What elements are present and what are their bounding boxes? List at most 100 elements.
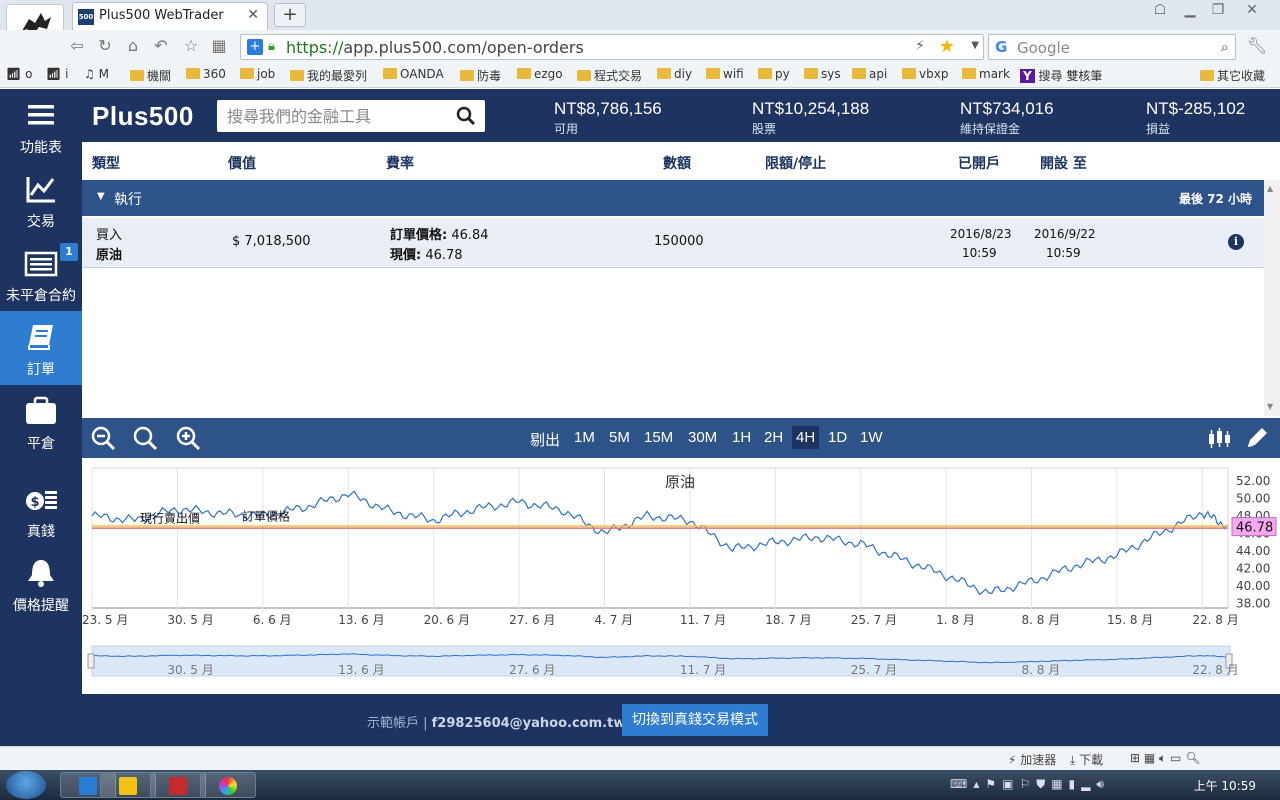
column-header-opened[interactable]: 已開戶 (958, 153, 1000, 173)
current-price-value: 46.78 (425, 248, 463, 263)
bookmark-item[interactable]: ♫ M (84, 67, 109, 81)
timeframe-tick[interactable]: 剔出 (530, 429, 560, 450)
search-icon[interactable] (455, 105, 477, 127)
executed-section-header[interactable]: ▼ 執行 最後 72 小時 (82, 180, 1264, 216)
favorite-icon[interactable]: ☆ (180, 36, 202, 56)
download-button[interactable]: ⤓ 下載 (1070, 751, 1103, 768)
bookmark-folder[interactable]: sys (804, 67, 841, 81)
timeframe-5m[interactable]: 5M (609, 429, 630, 446)
info-icon[interactable]: i (1228, 234, 1244, 250)
tools-wrench-icon[interactable]: 🔧︎ (1246, 36, 1268, 56)
bookmark-folder[interactable]: 程式交易 (577, 67, 642, 84)
skin-icon[interactable]: ☖ (1148, 2, 1172, 22)
windows-taskbar: ⌨▴⚑▣⚐⛊▦▮▂🔊︎ 上午 10:59 (0, 770, 1280, 800)
bookmark-folder[interactable]: OANDA (383, 67, 444, 81)
tab-close-icon[interactable]: ✕ (247, 7, 259, 23)
restore-icon[interactable]: ❐ (1206, 2, 1230, 22)
column-header-value[interactable]: 價值 (228, 153, 256, 173)
tray-icons[interactable]: ⌨▴⚑▣⚐⛊▦▮▂🔊︎ (950, 777, 1110, 792)
sidebar-item-label: 未平倉合約 (6, 288, 76, 304)
bookmark-item[interactable]: 📶︎ i (46, 67, 68, 81)
bookmark-folder[interactable]: wifi (706, 67, 744, 81)
column-header-amount[interactable]: 數額 (663, 153, 691, 173)
opened-time: 10:59 (962, 246, 997, 260)
statusbar-icons[interactable]: ⊞ ▦ 🔈︎ ▭ 🔍︎ (1130, 751, 1200, 766)
scroll-down-icon[interactable]: ▼ (1267, 402, 1273, 411)
y-tick-label: 38.00 (1236, 597, 1270, 611)
minimize-icon[interactable]: ▁ (1178, 2, 1202, 22)
sidebar-item-orders[interactable]: 訂單 (0, 311, 82, 385)
bookmark-item[interactable]: Y 搜尋 雙核筆 (1020, 67, 1102, 84)
taskbar-clock[interactable]: 上午 10:59 (1194, 777, 1256, 794)
browser-search-box[interactable]: G Google ⌕ (988, 34, 1236, 60)
instrument-search-input[interactable] (217, 100, 453, 132)
orders-scrollbar[interactable]: ▲ ▼ (1264, 180, 1280, 416)
zoom-in-icon[interactable] (175, 425, 201, 451)
bookmark-folder[interactable]: ezgo (517, 67, 563, 81)
timeframe-15m[interactable]: 15M (644, 429, 673, 446)
zoom-out-icon[interactable] (90, 425, 116, 451)
instrument-search[interactable] (217, 100, 485, 132)
timeframe-1d[interactable]: 1D (828, 429, 847, 446)
timeframe-1w[interactable]: 1W (860, 429, 883, 446)
timeframe-4h[interactable]: 4H (792, 426, 820, 449)
taskbar-app-s[interactable] (100, 772, 156, 798)
sidebar-item-close[interactable]: 平倉 (0, 385, 82, 459)
plus500-logo[interactable]: Plus500 (92, 101, 194, 132)
bookmark-folder[interactable]: vbxp (902, 67, 948, 81)
bookmark-folder[interactable]: 防毒 (460, 67, 501, 84)
candlestick-icon[interactable] (1206, 426, 1232, 450)
pencil-draw-icon[interactable] (1244, 426, 1270, 450)
bookmark-folder[interactable]: 360 (186, 67, 226, 81)
address-dropdown-icon[interactable]: ▼ (971, 40, 979, 51)
column-header-limit-stop[interactable]: 限額/停止 (765, 153, 826, 173)
timeframe-2h[interactable]: 2H (764, 429, 783, 446)
taskbar-app-color[interactable] (200, 772, 256, 798)
lightning-icon[interactable]: ⚡︎ (915, 38, 925, 54)
window-close-icon[interactable]: ✕ (1240, 2, 1264, 22)
scroll-up-icon[interactable]: ▲ (1267, 184, 1273, 193)
bookmark-folder[interactable]: diy (657, 67, 692, 81)
zoom-reset-icon[interactable] (132, 425, 158, 451)
price-chart-svg[interactable]: 23. 5 月 30. 5 月 6. 6 月 13. 6 月 20. 6 月 27. 6 … (82, 458, 1280, 694)
bookmark-folder[interactable]: 其它收藏 (1200, 67, 1265, 84)
url-text: https://app.plus500.com/open-orders (286, 38, 584, 57)
bookmark-folder[interactable]: job (240, 67, 275, 81)
undo-icon[interactable]: ↶ (150, 36, 172, 56)
briefcase-icon (26, 396, 56, 424)
bookmark-folder[interactable]: api (852, 67, 887, 81)
bookmark-folder[interactable]: py (758, 67, 790, 81)
table-row[interactable]: 買入 原油 $ 7,018,500 訂單價格: 46.84 現價: 46.78 … (82, 218, 1264, 268)
refresh-icon[interactable]: ↻ (94, 36, 116, 56)
sidebar-item-menu[interactable]: 功能表 (0, 89, 82, 163)
home-icon[interactable]: ⌂ (122, 36, 144, 56)
taskbar-app-red[interactable] (150, 772, 206, 798)
column-header-type[interactable]: 類型 (92, 153, 120, 173)
accelerator-button[interactable]: ⚡︎ 加速器 (1008, 751, 1056, 768)
timeframe-1h[interactable]: 1H (732, 429, 751, 446)
order-price-value: 46.84 (451, 228, 489, 243)
column-header-rate[interactable]: 費率 (386, 153, 414, 173)
bookmark-folder[interactable]: 我的最愛列 (290, 67, 367, 84)
navigator-label: 11. 7 月 (680, 663, 726, 677)
timeframe-30m[interactable]: 30M (688, 429, 717, 446)
start-button[interactable] (6, 771, 46, 799)
price-chart[interactable]: 23. 5 月 30. 5 月 6. 6 月 13. 6 月 20. 6 月 27. 6 … (82, 458, 1280, 694)
column-header-until[interactable]: 開設 至 (1040, 153, 1087, 173)
switch-real-money-button[interactable]: 切換到真錢交易模式 (622, 704, 768, 736)
bookmark-folder[interactable]: 機關 (130, 67, 171, 84)
new-tab-button[interactable]: + (274, 3, 306, 27)
bookmark-item[interactable]: 📶︎ o (6, 67, 32, 81)
search-icon[interactable]: ⌕ (1221, 38, 1229, 56)
sidebar-item-trade[interactable]: 交易 (0, 163, 82, 237)
address-bar[interactable]: + 🔒︎ https://app.plus500.com/open-orders… (240, 34, 984, 60)
back-icon[interactable]: ⇦ (66, 36, 88, 56)
timeframe-1m[interactable]: 1M (574, 429, 595, 446)
apps-grid-icon[interactable]: ▦ (208, 36, 230, 56)
bookmark-star-icon[interactable]: ★ (939, 36, 955, 57)
browser-tab[interactable]: 500 Plus500 WebTrader ✕ (72, 2, 268, 30)
bookmarks-bar: 📶︎ o 📶︎ i ♫ M 機關 360 job 我的最愛列 OANDA 防毒 … (0, 62, 1280, 88)
bookmark-folder[interactable]: mark (962, 67, 1010, 81)
sidebar-item-price-alerts[interactable]: 價格提醒 (0, 547, 82, 621)
sidebar-item-real-money[interactable]: $ 真錢 (0, 473, 82, 547)
